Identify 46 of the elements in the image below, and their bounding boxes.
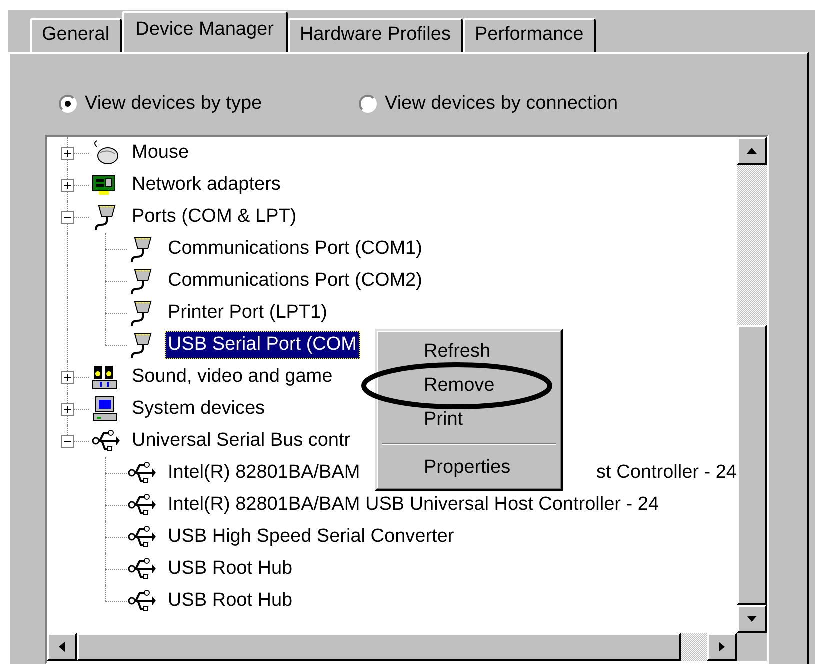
menu-item[interactable]: Refresh (380, 335, 558, 369)
tree-item[interactable]: Universal Serial Bus contr (129, 427, 354, 455)
tree-item[interactable]: Ports (COM & LPT) (129, 203, 300, 231)
collapse-toggle[interactable] (61, 435, 74, 448)
tree-item[interactable]: USB Root Hub (165, 555, 296, 583)
tree-item[interactable]: Sound, video and game (129, 363, 336, 391)
tab[interactable]: Device Manager (122, 11, 288, 52)
tree-item[interactable]: USB Root Hub (165, 587, 296, 615)
tree-item[interactable]: Network adapters (129, 171, 284, 199)
scroll-thumb[interactable] (737, 325, 767, 605)
triangle-down-icon (747, 616, 757, 622)
scroll-thumb[interactable] (77, 633, 681, 661)
scroll-left-button[interactable] (47, 633, 77, 661)
radio-option[interactable]: View devices by type (59, 90, 359, 118)
tab[interactable]: General (30, 18, 122, 52)
menu-item[interactable]: Remove (380, 369, 558, 403)
tree-item[interactable]: System devices (129, 395, 268, 423)
triangle-up-icon (747, 148, 757, 154)
tree-item-text: st Controller - 24 (596, 460, 737, 485)
tree-item[interactable]: Printer Port (LPT1) (165, 299, 330, 327)
tree-item[interactable]: Intel(R) 82801BA/BAM USB Universal Host Controller - 24 (165, 491, 662, 519)
scroll-right-button[interactable] (707, 633, 737, 661)
scroll-track[interactable] (681, 633, 707, 661)
radio-option[interactable]: View devices by connection (359, 90, 659, 118)
menu-item[interactable]: Properties (380, 451, 558, 485)
tab[interactable]: Hardware Profiles (288, 18, 463, 52)
tree-item[interactable]: Intel(R) 82801BA/BAM (165, 459, 364, 487)
expand-toggle[interactable] (61, 371, 74, 384)
collapse-toggle[interactable] (61, 211, 74, 224)
tree-item[interactable]: Communications Port (COM1) (165, 235, 426, 263)
expand-toggle[interactable] (61, 147, 74, 160)
tree-item[interactable]: USB High Speed Serial Converter (165, 523, 458, 551)
scroll-down-button[interactable] (737, 605, 767, 633)
expand-toggle[interactable] (61, 403, 74, 416)
triangle-right-icon (719, 642, 725, 652)
tree-item[interactable]: Communications Port (COM2) (165, 267, 426, 295)
tab[interactable]: Performance (462, 18, 596, 52)
triangle-left-icon (59, 642, 65, 652)
tree-item[interactable]: Mouse (129, 139, 192, 167)
expand-toggle[interactable] (61, 179, 74, 192)
scrollbar-corner (737, 633, 767, 661)
scroll-up-button[interactable] (737, 137, 767, 165)
tree-item[interactable]: USB Serial Port (COM (165, 331, 360, 359)
radio-button[interactable] (59, 95, 77, 113)
menu-item[interactable]: Print (380, 403, 558, 437)
radio-button[interactable] (359, 95, 377, 113)
